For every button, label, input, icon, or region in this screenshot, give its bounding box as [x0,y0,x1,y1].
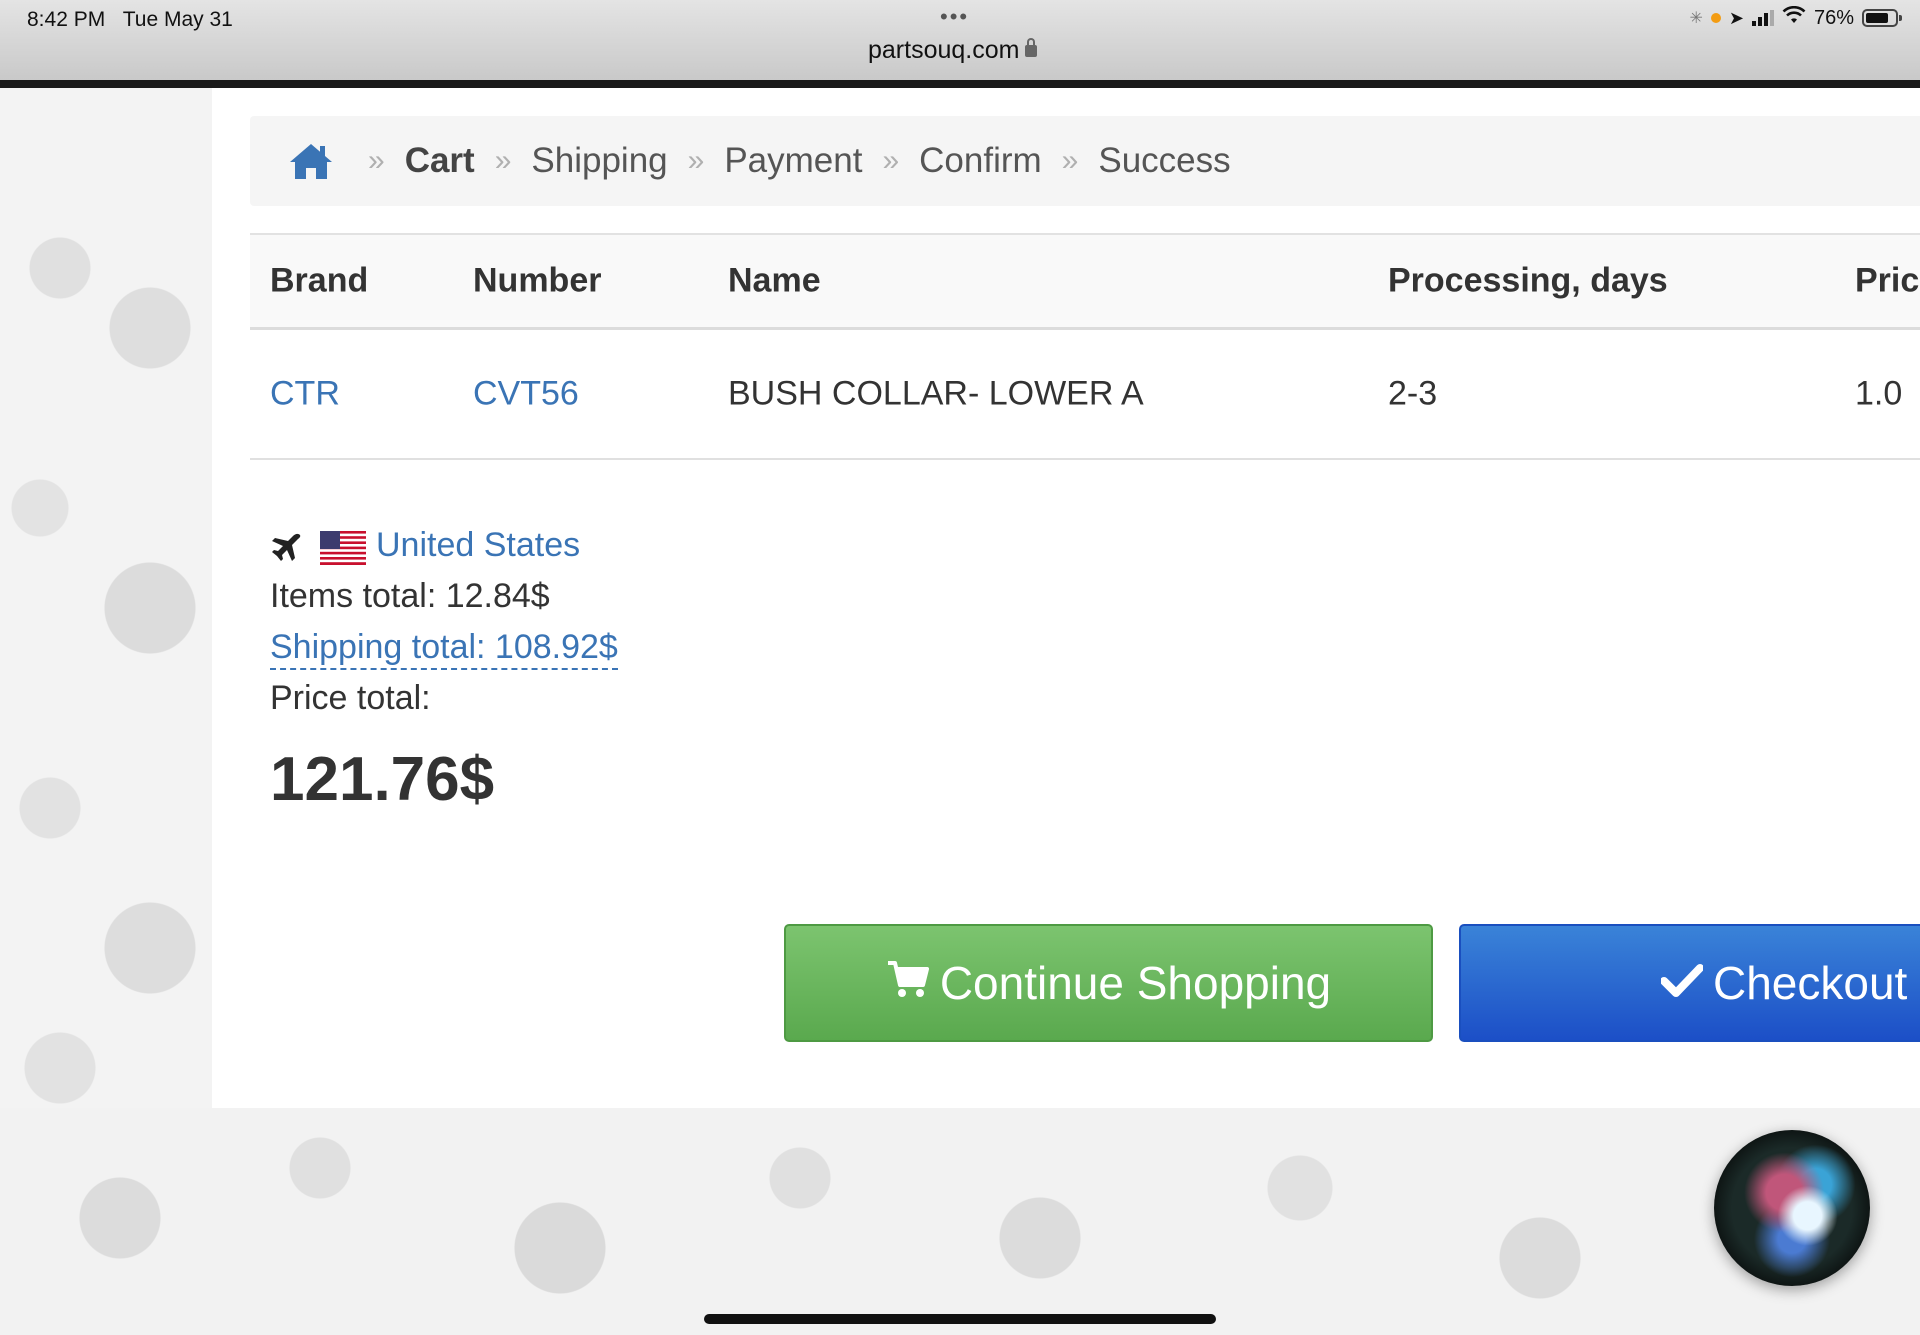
breadcrumb-success[interactable]: Success [1098,141,1230,181]
ios-status-bar: 8:42 PM Tue May 31 ••• partsouq.com ✳ ➤ … [0,0,1920,80]
address-bar[interactable]: partsouq.com [868,36,1038,65]
location-arrow-icon: ➤ [1728,7,1744,28]
cellular-signal-icon [1751,10,1774,26]
background-pattern-bottom [0,1108,1920,1335]
background-pattern-left [0,88,212,1108]
cart-icon [886,956,930,1010]
continue-shopping-label: Continue Shopping [939,957,1332,1009]
part-name: BUSH COLLAR- LOWER A [728,374,1144,413]
battery-icon [1862,9,1902,27]
breadcrumb-separator: » [882,144,900,177]
table-row: CTR CVT56 BUSH COLLAR- LOWER A 2-3 1.0 [250,330,1920,460]
airplane-icon [270,529,304,563]
breadcrumb-separator: » [368,144,385,177]
breadcrumb: » Cart » Shipping » Payment » Confirm » … [250,116,1920,206]
breadcrumb-shipping[interactable]: Shipping [531,141,667,181]
wifi-icon [1782,5,1806,30]
header-price: Pric [1855,261,1920,300]
breadcrumb-cart[interactable]: Cart [405,141,475,181]
cart-table: Brand Number Name Processing, days Pric … [250,233,1920,460]
multitasking-dots-icon[interactable]: ••• [940,4,969,30]
breadcrumb-separator: » [1061,144,1079,177]
price-value: 1.0 [1855,374,1903,413]
shipping-total-link[interactable]: Shipping total: 108.92$ [270,628,618,670]
processing-days: 2-3 [1388,374,1438,413]
mic-indicator-icon [1710,13,1721,23]
checkout-label: Checkout [1713,957,1908,1009]
url-text: partsouq.com [868,36,1020,64]
header-name: Name [728,261,821,300]
home-indicator[interactable] [704,1314,1216,1324]
continue-shopping-button[interactable]: Continue Shopping [784,924,1433,1042]
lock-icon [1025,38,1038,57]
shipping-country: United States [270,520,618,571]
breadcrumb-separator: » [687,144,705,177]
status-date-text: Tue May 31 [122,8,233,31]
loading-spinner-icon: ✳ [1689,10,1703,27]
home-icon[interactable] [288,141,334,181]
siri-orb-icon[interactable] [1714,1130,1870,1286]
header-number: Number [473,261,602,300]
price-total-value: 121.76$ [270,745,495,814]
table-header: Brand Number Name Processing, days Pric [250,233,1920,330]
checkmark-icon [1660,956,1704,1010]
items-total: Items total: 12.84$ [270,577,550,615]
price-total-label: Price total: [270,679,431,717]
header-processing: Processing, days [1388,261,1668,300]
us-flag-icon [320,529,366,565]
toolbar-shadow [0,80,1920,88]
country-link[interactable]: United States [376,520,580,571]
breadcrumb-payment[interactable]: Payment [724,141,862,181]
status-icons: ✳ ➤ 76% [1689,5,1902,30]
battery-percent: 76% [1813,6,1854,29]
part-number-link[interactable]: CVT56 [473,375,579,414]
order-summary: United States Items total: 12.84$ Shippi… [270,520,618,815]
checkout-button[interactable]: Checkout [1459,924,1920,1042]
brand-link[interactable]: CTR [270,375,340,414]
status-time: 8:42 PM Tue May 31 [27,8,233,32]
header-brand: Brand [270,261,369,300]
breadcrumb-separator: » [494,144,512,177]
breadcrumb-confirm[interactable]: Confirm [919,141,1042,181]
cart-panel: » Cart » Shipping » Payment » Confirm » … [212,88,1920,1108]
status-time-text: 8:42 PM [27,8,106,31]
